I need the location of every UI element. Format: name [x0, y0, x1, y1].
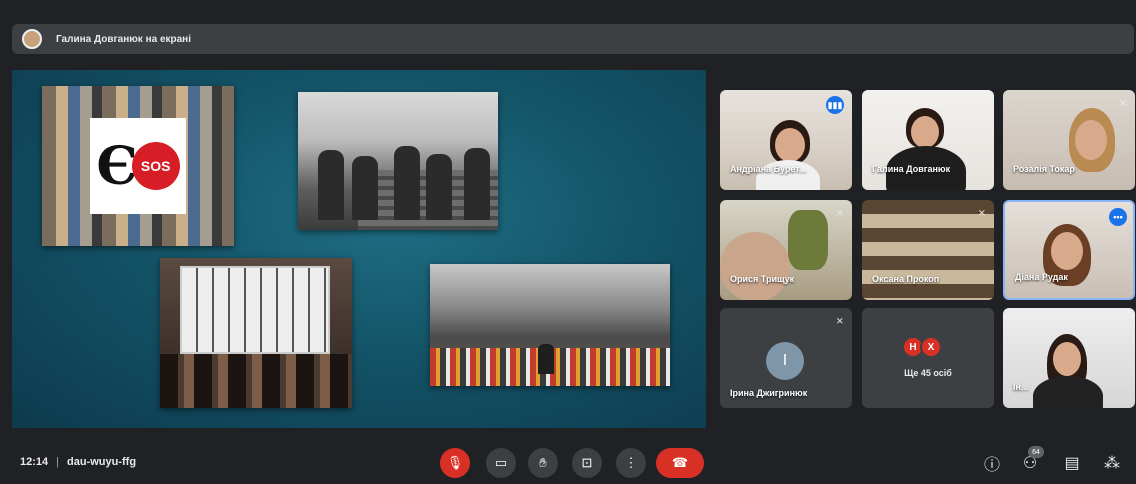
info-icon[interactable]: ⓘ	[980, 452, 1004, 474]
present-button[interactable]: ⊡	[572, 448, 602, 478]
participant-tile[interactable]: ⨯ Ін...	[1003, 308, 1135, 408]
speaking-indicator-icon: ▮▮▮	[826, 96, 844, 114]
stairs-photo	[298, 92, 498, 230]
more-vert-icon: ⋮	[624, 455, 638, 470]
participant-name: Ірина Джигринюк	[730, 388, 808, 398]
memorial-crowd-photo	[160, 258, 352, 408]
presenter-avatar	[22, 29, 42, 49]
participant-name: Галина Довганюк	[872, 164, 951, 174]
maidan-flowers-photo	[430, 264, 670, 386]
shared-screen: Є SOS	[12, 70, 706, 428]
mic-toggle-button[interactable]: 🎙︎	[440, 448, 470, 478]
raise-hand-button[interactable]: ✋︎	[528, 448, 558, 478]
participant-name: Ін...	[1013, 382, 1029, 392]
presenting-banner: Галина Довганюк на екрані	[12, 24, 1134, 54]
meeting-controls-bar: 12:14 | dau-wuyu-ffg 🎙︎ ▭ ✋︎ ⊡ ⋮ ☎︎ ⓘ ⚇ …	[0, 436, 1136, 484]
more-options-button[interactable]: ⋮	[616, 448, 646, 478]
participant-tile[interactable]: ▮▮▮ Андріана Бурет...	[720, 90, 852, 190]
mic-off-icon: ⨯	[1118, 316, 1127, 327]
activities-icon[interactable]: ⁂	[1100, 452, 1124, 474]
more-options-icon[interactable]: •••	[1109, 208, 1127, 226]
camera-toggle-button[interactable]: ▭	[486, 448, 516, 478]
others-count-label: Ще 45 осіб	[904, 368, 952, 378]
meeting-info: 12:14 | dau-wuyu-ffg	[20, 456, 137, 468]
mic-off-icon: ⨯	[1118, 98, 1127, 109]
present-icon: ⊡	[581, 455, 593, 470]
mic-off-icon: ⨯	[977, 208, 986, 219]
presenter-label: Галина Довганюк на екрані	[56, 33, 192, 45]
euromaidan-sos-collage: Є SOS	[42, 86, 234, 246]
participant-tile[interactable]: Галина Довганюк	[862, 90, 994, 190]
participant-name: Андріана Бурет...	[730, 164, 807, 174]
participant-name: Орися Трищук	[730, 274, 795, 284]
others-avatars: Н Х	[902, 336, 942, 358]
participant-tile[interactable]: ⨯ Оксана Прокоп	[862, 200, 994, 300]
meeting-time: 12:14	[20, 456, 49, 468]
participant-tile-pinned[interactable]: ••• Діана Рудак	[1003, 200, 1135, 300]
participant-name: Діана Рудак	[1015, 272, 1068, 282]
chat-icon[interactable]: ▤	[1060, 452, 1084, 474]
meet-window: Галина Довганюк на екрані Є SOS ▮▮▮ Андр…	[0, 0, 1136, 484]
end-call-button[interactable]: ☎︎	[656, 448, 704, 478]
participant-avatar: І	[766, 342, 804, 380]
hand-icon: ✋︎	[539, 455, 547, 470]
call-end-icon: ☎︎	[671, 455, 689, 470]
participant-name: Розалія Токар	[1013, 164, 1075, 174]
mic-off-icon: 🎙︎	[446, 455, 464, 470]
camera-icon: ▭	[494, 455, 508, 470]
mic-off-icon: ⨯	[835, 316, 844, 327]
other-avatar: Х	[920, 336, 942, 358]
others-tile[interactable]: Н Х Ще 45 осіб	[862, 308, 994, 408]
meeting-code: dau-wuyu-ffg	[67, 456, 137, 468]
participant-tile[interactable]: ⨯ Розалія Токар	[1003, 90, 1135, 190]
people-button[interactable]: ⚇ 64	[1018, 446, 1044, 474]
esos-logo: Є SOS	[90, 118, 186, 214]
participant-name: Оксана Прокоп	[872, 274, 940, 284]
mic-off-icon: ⨯	[835, 208, 844, 219]
people-count-badge: 64	[1028, 446, 1044, 458]
participant-tile[interactable]: ⨯ Орися Трищук	[720, 200, 852, 300]
participant-tile[interactable]: І ⨯ Ірина Джигринюк	[720, 308, 852, 408]
